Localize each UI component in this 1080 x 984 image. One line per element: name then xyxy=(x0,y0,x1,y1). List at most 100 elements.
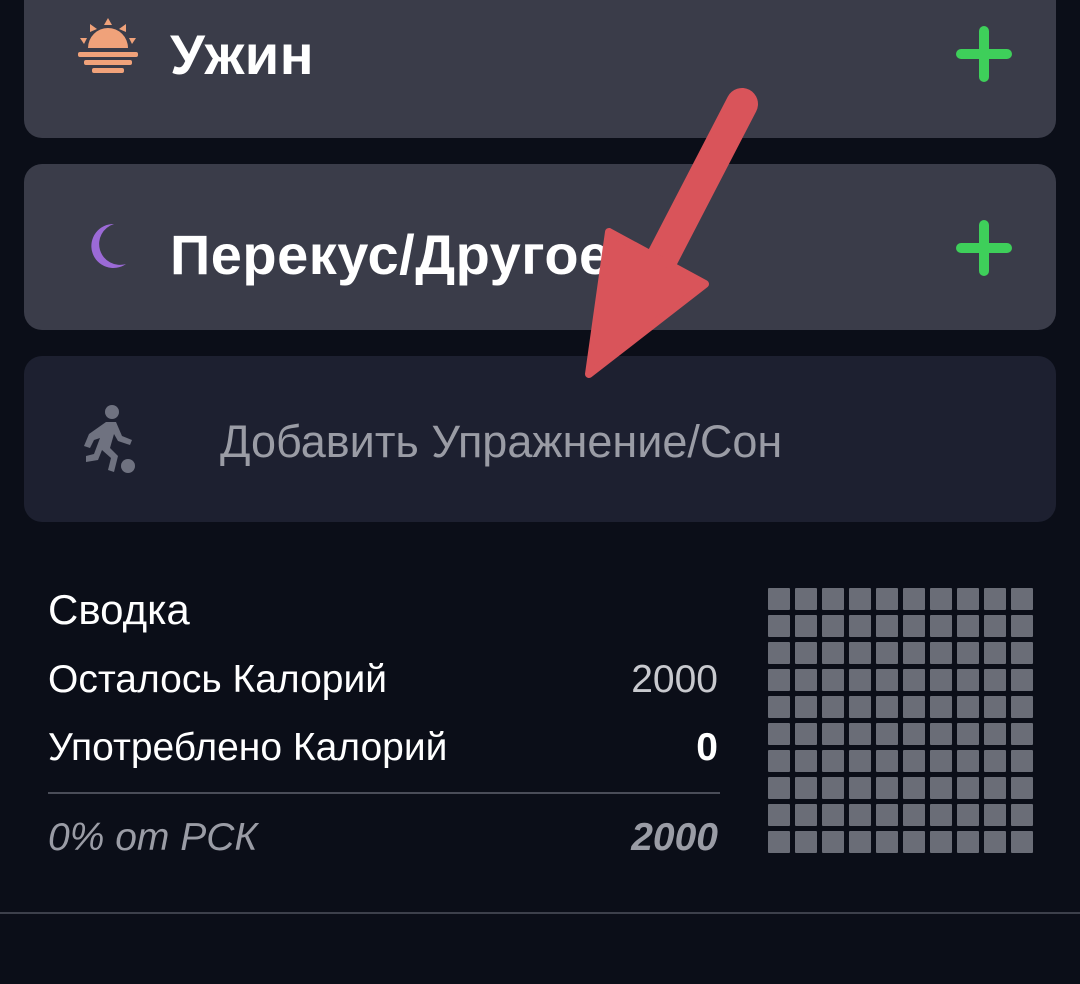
progress-grid-cell xyxy=(903,723,925,745)
progress-grid-cell xyxy=(1011,669,1033,691)
progress-grid-cell xyxy=(930,723,952,745)
progress-grid-cell xyxy=(822,615,844,637)
progress-grid-cell xyxy=(957,804,979,826)
progress-grid-cell xyxy=(1011,723,1033,745)
progress-grid-cell xyxy=(822,669,844,691)
sunset-icon xyxy=(78,18,138,73)
progress-grid-cell xyxy=(795,723,817,745)
progress-grid-cell xyxy=(1011,696,1033,718)
progress-grid-cell xyxy=(903,750,925,772)
progress-grid-cell xyxy=(768,804,790,826)
progress-grid-cell xyxy=(849,750,871,772)
progress-grid-cell xyxy=(930,804,952,826)
progress-grid-cell xyxy=(849,831,871,853)
progress-grid-cell xyxy=(903,669,925,691)
progress-grid-cell xyxy=(768,696,790,718)
add-exercise-label: Добавить Упражнение/Сон xyxy=(220,416,783,467)
progress-grid-cell xyxy=(822,831,844,853)
progress-grid-cell xyxy=(768,642,790,664)
progress-grid-cell xyxy=(903,696,925,718)
progress-grid-cell xyxy=(984,750,1006,772)
consumed-calories-value: 0 xyxy=(696,726,718,769)
progress-grid-cell xyxy=(795,642,817,664)
progress-grid-cell xyxy=(876,750,898,772)
summary-divider xyxy=(48,792,720,794)
progress-grid-cell xyxy=(876,696,898,718)
progress-grid-cell xyxy=(822,696,844,718)
progress-grid-cell xyxy=(903,588,925,610)
progress-grid-cell xyxy=(795,696,817,718)
progress-grid-cell xyxy=(957,831,979,853)
consumed-calories-label: Употреблено Калорий xyxy=(48,726,448,769)
progress-grid-cell xyxy=(1011,777,1033,799)
progress-grid-cell xyxy=(984,831,1006,853)
progress-grid-cell xyxy=(957,615,979,637)
progress-grid-cell xyxy=(849,804,871,826)
progress-grid-cell xyxy=(768,777,790,799)
progress-grid-cell xyxy=(876,588,898,610)
progress-grid-cell xyxy=(876,615,898,637)
progress-grid-cell xyxy=(903,642,925,664)
add-exercise-button[interactable]: Добавить Упражнение/Сон xyxy=(24,356,1056,522)
progress-grid-cell xyxy=(984,588,1006,610)
progress-grid-cell xyxy=(930,615,952,637)
progress-grid-cell xyxy=(1011,750,1033,772)
progress-grid-cell xyxy=(957,642,979,664)
progress-grid-cell xyxy=(930,669,952,691)
progress-grid-cell xyxy=(849,615,871,637)
progress-grid-cell xyxy=(930,831,952,853)
bottom-divider xyxy=(0,912,1080,914)
progress-grid-cell xyxy=(984,696,1006,718)
summary-title: Сводка xyxy=(48,586,190,633)
progress-grid-cell xyxy=(957,777,979,799)
progress-grid-cell xyxy=(957,696,979,718)
progress-grid-cell xyxy=(1011,804,1033,826)
progress-grid-cell xyxy=(876,831,898,853)
meal-card-dinner[interactable]: Ужин xyxy=(24,0,1056,138)
progress-grid-cell xyxy=(849,696,871,718)
progress-grid-cell xyxy=(930,696,952,718)
progress-grid-cell xyxy=(849,588,871,610)
progress-grid-cell xyxy=(795,615,817,637)
progress-grid-cell xyxy=(876,723,898,745)
progress-grid-cell xyxy=(849,669,871,691)
progress-grid-cell xyxy=(822,588,844,610)
progress-grid-cell xyxy=(876,669,898,691)
progress-grid-cell xyxy=(1011,831,1033,853)
running-person-icon xyxy=(84,405,135,473)
percent-of-rdi-label: 0% от РСК xyxy=(48,816,258,859)
progress-grid-cell xyxy=(984,723,1006,745)
progress-grid-cell xyxy=(795,831,817,853)
progress-grid-cell xyxy=(876,777,898,799)
progress-grid-cell xyxy=(876,642,898,664)
progress-grid-cell xyxy=(768,750,790,772)
moon-icon xyxy=(91,223,126,268)
progress-grid-cell xyxy=(957,588,979,610)
progress-grid-cell xyxy=(795,777,817,799)
progress-grid-cell xyxy=(1011,615,1033,637)
progress-grid-cell xyxy=(903,615,925,637)
progress-grid-cell xyxy=(768,669,790,691)
progress-grid-cell xyxy=(957,669,979,691)
progress-grid-cell xyxy=(930,588,952,610)
remaining-calories-value: 2000 xyxy=(631,658,718,701)
progress-grid-cell xyxy=(822,777,844,799)
plus-icon[interactable] xyxy=(952,22,1016,86)
meal-label-dinner: Ужин xyxy=(170,23,315,86)
progress-grid-cell xyxy=(822,723,844,745)
meal-card-snack[interactable]: Перекус/Другое xyxy=(24,164,1056,330)
progress-grid-cell xyxy=(984,615,1006,637)
target-calories-value: 2000 xyxy=(631,816,718,859)
progress-grid-cell xyxy=(822,804,844,826)
progress-grid-cell xyxy=(957,723,979,745)
progress-grid-cell xyxy=(984,777,1006,799)
progress-grid-cell xyxy=(903,804,925,826)
progress-grid-cell xyxy=(795,750,817,772)
progress-grid-cell xyxy=(768,615,790,637)
remaining-calories-label: Осталось Калорий xyxy=(48,658,388,701)
progress-grid-cell xyxy=(930,642,952,664)
progress-grid-cell xyxy=(768,723,790,745)
plus-icon[interactable] xyxy=(952,216,1016,280)
calorie-progress-grid xyxy=(768,588,1033,853)
progress-grid-cell xyxy=(984,804,1006,826)
